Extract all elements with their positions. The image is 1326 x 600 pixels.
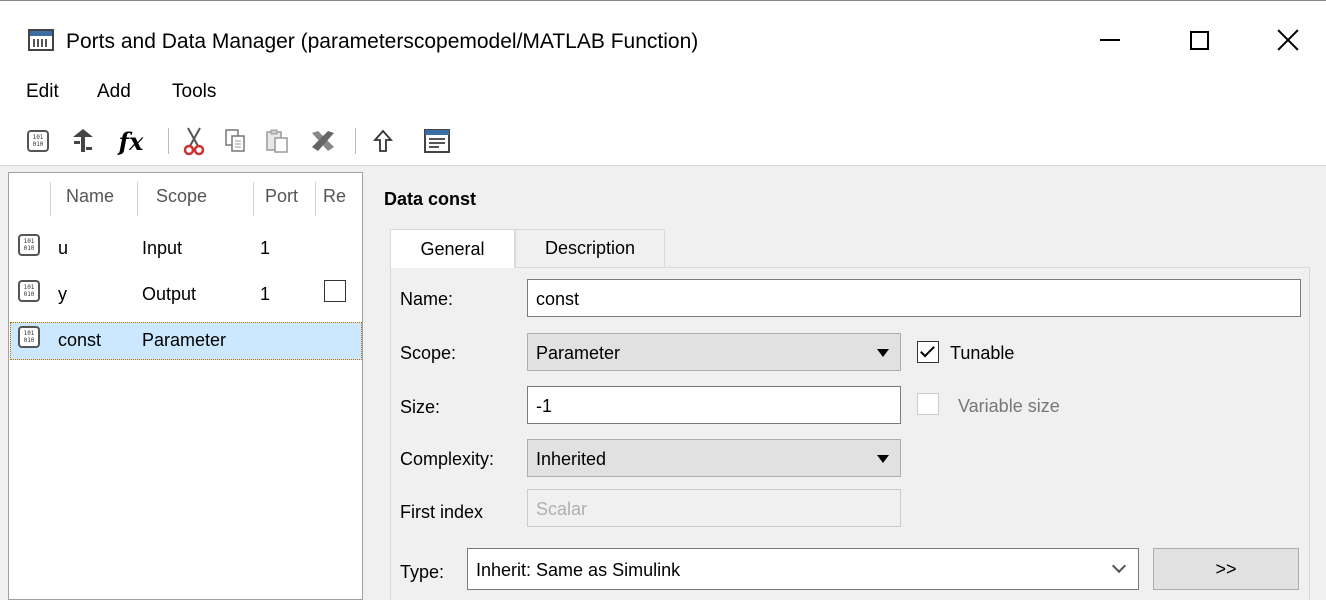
table-row-selected[interactable]: 101 010 — [18, 326, 42, 350]
complexity-value: Inherited — [536, 449, 607, 469]
data-list-panel — [8, 172, 363, 600]
dropdown-arrow-icon — [877, 349, 889, 357]
paste-icon — [266, 129, 288, 153]
column-divider — [137, 182, 138, 216]
add-data-icon: 101 010 — [27, 130, 49, 152]
tunable-label: Tunable — [950, 343, 1015, 363]
variable-size-checkbox[interactable] — [917, 393, 939, 415]
row-checkbox[interactable] — [324, 280, 346, 302]
properties-icon — [424, 129, 450, 153]
type-label: Type: — [400, 562, 445, 582]
column-divider — [315, 182, 316, 216]
scope-dropdown[interactable]: Parameter — [527, 333, 901, 371]
delete-icon — [312, 131, 334, 151]
column-header-name[interactable]: Name — [66, 186, 114, 207]
properties-button[interactable] — [421, 124, 453, 158]
row-name[interactable]: y — [58, 284, 67, 305]
minimize-icon — [1100, 39, 1120, 41]
tab-general[interactable]: General — [390, 229, 515, 268]
toolbar-separator — [355, 128, 356, 154]
data-type-assistant-button[interactable]: >> — [1153, 548, 1299, 590]
copy-button[interactable] — [219, 124, 251, 158]
close-icon — [1277, 29, 1299, 51]
name-field[interactable]: const — [527, 279, 1301, 317]
toolbar-separator — [168, 128, 169, 154]
window-title: Ports and Data Manager (parameterscopemo… — [66, 30, 699, 53]
complexity-dropdown[interactable]: Inherited — [527, 439, 901, 477]
menu-tools[interactable]: Tools — [172, 81, 216, 103]
name-label: Name: — [400, 289, 454, 309]
copy-icon — [225, 129, 245, 152]
add-function-button[interactable]: fx — [115, 124, 147, 158]
first-index-field: Scalar — [527, 489, 901, 527]
row-scope[interactable]: Parameter — [142, 330, 226, 351]
data-icon: 101 010 — [18, 326, 40, 348]
fx-icon: fx — [118, 126, 144, 156]
column-divider — [253, 182, 254, 216]
details-title: Data const — [384, 189, 477, 209]
menu-add[interactable]: Add — [97, 81, 131, 103]
add-event-icon — [73, 129, 93, 152]
row-name[interactable]: const — [58, 330, 101, 351]
move-up-button[interactable] — [367, 124, 399, 158]
row-port[interactable]: 1 — [260, 284, 270, 305]
first-index-label: First index — [400, 502, 484, 522]
type-combobox[interactable]: Inherit: Same as Simulink — [467, 548, 1139, 590]
column-divider — [50, 182, 51, 216]
maximize-icon — [1189, 30, 1209, 50]
column-header-scope[interactable]: Scope — [156, 186, 207, 207]
column-header-port[interactable]: Port — [265, 186, 298, 207]
data-icon: 101 010 — [18, 234, 40, 256]
data-icon: 101 010 — [18, 280, 40, 302]
menu-edit[interactable]: Edit — [26, 81, 59, 103]
scope-value: Parameter — [536, 343, 621, 363]
table-row[interactable]: 101 010 — [18, 280, 42, 304]
size-field[interactable]: -1 — [527, 386, 901, 424]
dropdown-arrow-icon — [877, 455, 889, 463]
scope-label: Scope: — [400, 343, 457, 363]
cut-button[interactable] — [178, 124, 210, 158]
maximize-button[interactable] — [1179, 20, 1219, 60]
row-scope[interactable]: Output — [142, 284, 196, 305]
check-icon — [920, 342, 935, 358]
cut-icon — [183, 127, 205, 156]
add-data-button[interactable]: 101 010 — [22, 124, 54, 158]
row-name[interactable]: u — [58, 238, 68, 259]
table-row[interactable]: 101 010 — [18, 234, 42, 258]
variable-size-label: Variable size — [958, 396, 1060, 416]
up-arrow-icon — [373, 129, 393, 152]
complexity-label: Complexity: — [400, 449, 495, 469]
add-event-button[interactable] — [67, 124, 99, 158]
tab-description[interactable]: Description — [515, 229, 665, 267]
minimize-button[interactable] — [1090, 20, 1130, 60]
close-button[interactable] — [1268, 20, 1308, 60]
row-port[interactable]: 1 — [260, 238, 270, 259]
tunable-checkbox[interactable] — [917, 341, 939, 363]
column-header-resolve[interactable]: Re — [323, 186, 348, 207]
type-value: Inherit: Same as Simulink — [476, 560, 681, 580]
paste-button[interactable] — [261, 124, 293, 158]
delete-button[interactable] — [307, 124, 339, 158]
app-icon — [28, 29, 54, 51]
row-scope[interactable]: Input — [142, 238, 182, 259]
chevron-down-icon — [1111, 558, 1127, 574]
size-label: Size: — [400, 397, 441, 417]
